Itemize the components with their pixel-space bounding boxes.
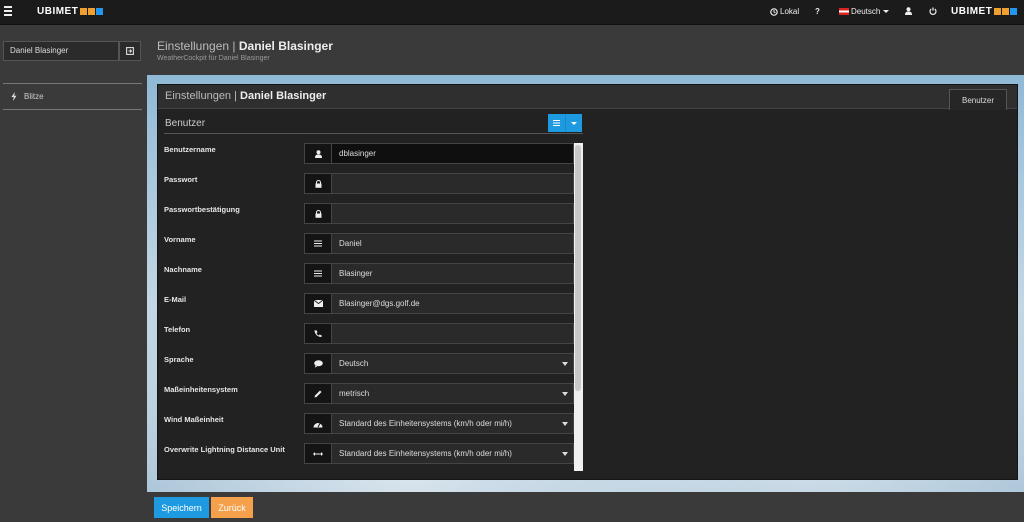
section-divider <box>164 133 583 134</box>
language-dropdown[interactable]: Deutsch <box>839 7 890 16</box>
panel-title: Einstellungen | Daniel Blasinger <box>165 90 327 102</box>
help-button[interactable]: ? <box>815 7 820 16</box>
clock-icon <box>770 7 778 16</box>
wind-unit-label: Wind Maßeinheit <box>164 415 224 424</box>
password-confirm-label: Passwortbestätigung <box>164 205 240 214</box>
language-select[interactable]: Deutsch <box>331 353 574 374</box>
email-input[interactable]: Blasinger@dgs.golf.de <box>331 293 574 314</box>
gauge-icon <box>304 413 332 434</box>
lock-icon <box>304 173 332 194</box>
lightning-distance-unit-select[interactable]: Standard des Einheitensystems (km/h oder… <box>331 443 574 464</box>
form-row-unit-system: Maßeinheitensystem metrisch <box>158 381 583 411</box>
user-icon <box>304 143 332 164</box>
form-row-firstname: Vorname Daniel <box>158 231 583 261</box>
form-row-lastname: Nachname Blasinger <box>158 261 583 291</box>
panel-header: Einstellungen | Daniel Blasinger Benutze… <box>158 85 1017 110</box>
firstname-label: Vorname <box>164 235 196 244</box>
form-row-lightning-distance-unit: Overwrite Lightning Distance Unit Standa… <box>158 441 583 471</box>
username-label: Benutzername <box>164 145 216 154</box>
lightning-distance-unit-label: Overwrite Lightning Distance Unit <box>164 445 285 454</box>
phone-icon <box>304 323 332 344</box>
comment-icon <box>304 353 332 374</box>
sidebar: Daniel Blasinger Blitze <box>0 26 147 522</box>
username-input[interactable]: dblasinger <box>331 143 574 164</box>
lock-icon <box>304 203 332 224</box>
phone-label: Telefon <box>164 325 191 334</box>
profile-button[interactable] <box>905 7 914 15</box>
local-time-toggle[interactable]: Lokal <box>770 7 799 16</box>
power-icon <box>929 7 937 15</box>
flag-icon <box>839 8 849 15</box>
form-row-phone: Telefon <box>158 321 583 351</box>
lastname-label: Nachname <box>164 265 202 274</box>
sidebar-item-blitze[interactable]: Blitze <box>3 83 142 110</box>
list-icon <box>304 233 332 254</box>
scrollbar-thumb[interactable] <box>575 145 581 391</box>
wind-unit-select[interactable]: Standard des Einheitensystems (km/h oder… <box>331 413 574 434</box>
sidebar-item-label: Blitze <box>24 92 44 101</box>
menu-icon[interactable] <box>4 6 12 18</box>
lightning-icon <box>11 92 17 101</box>
email-label: E-Mail <box>164 295 187 304</box>
ubimet-logo-right: UBIMET <box>951 6 1018 17</box>
phone-input[interactable] <box>331 323 574 344</box>
arrows-horizontal-icon <box>304 443 332 464</box>
language-label: Sprache <box>164 355 194 364</box>
options-dropdown-button[interactable] <box>566 114 582 132</box>
form-row-password-confirm: Passwortbestätigung <box>158 201 583 231</box>
form-row-email: E-Mail Blasinger@dgs.golf.de <box>158 291 583 321</box>
envelope-icon <box>304 293 332 314</box>
password-confirm-input[interactable] <box>331 203 574 224</box>
ubimet-logo[interactable]: UBIMET <box>37 6 104 17</box>
user-form: Benutzername dblasinger Passwort Passwor… <box>158 141 583 471</box>
back-button[interactable]: Zurück <box>211 497 253 518</box>
settings-panel: Einstellungen | Daniel Blasinger Benutze… <box>157 84 1018 480</box>
unit-system-label: Maßeinheitensystem <box>164 385 238 394</box>
page-title: Einstellungen | Daniel Blasinger <box>157 39 333 53</box>
logo-text: UBIMET <box>37 6 79 17</box>
footer-bar <box>147 492 1024 522</box>
unit-system-select[interactable]: metrisch <box>331 383 574 404</box>
tab-benutzer[interactable]: Benutzer <box>949 89 1007 110</box>
form-row-password: Passwort <box>158 171 583 201</box>
logout-button[interactable] <box>929 7 939 15</box>
password-input[interactable] <box>331 173 574 194</box>
form-scrollbar[interactable] <box>574 143 583 471</box>
user-select[interactable]: Daniel Blasinger <box>3 41 119 61</box>
caret-down-icon <box>883 10 890 13</box>
top-navbar: UBIMET Lokal ? Deutsch UBIMET <box>0 0 1024 25</box>
pencil-icon <box>304 383 332 404</box>
firstname-input[interactable]: Daniel <box>331 233 574 254</box>
save-button[interactable]: Speichern <box>154 497 209 518</box>
local-label: Lokal <box>780 7 800 16</box>
user-icon <box>905 7 912 15</box>
list-icon <box>304 263 332 284</box>
page-subtitle: WeatherCockpit für Daniel Blasinger <box>157 55 270 62</box>
password-label: Passwort <box>164 175 198 184</box>
form-row-language: Sprache Deutsch <box>158 351 583 381</box>
caret-down-icon <box>571 121 577 125</box>
lastname-input[interactable]: Blasinger <box>331 263 574 284</box>
section-title: Benutzer <box>165 118 206 129</box>
form-row-username: Benutzername dblasinger <box>158 141 583 171</box>
user-select-button[interactable] <box>119 41 141 61</box>
form-row-wind-unit: Wind Maßeinheit Standard des Einheitensy… <box>158 411 583 441</box>
language-label: Deutsch <box>851 7 881 16</box>
login-icon <box>126 47 134 55</box>
list-view-button[interactable] <box>548 114 566 132</box>
list-icon <box>553 120 560 126</box>
